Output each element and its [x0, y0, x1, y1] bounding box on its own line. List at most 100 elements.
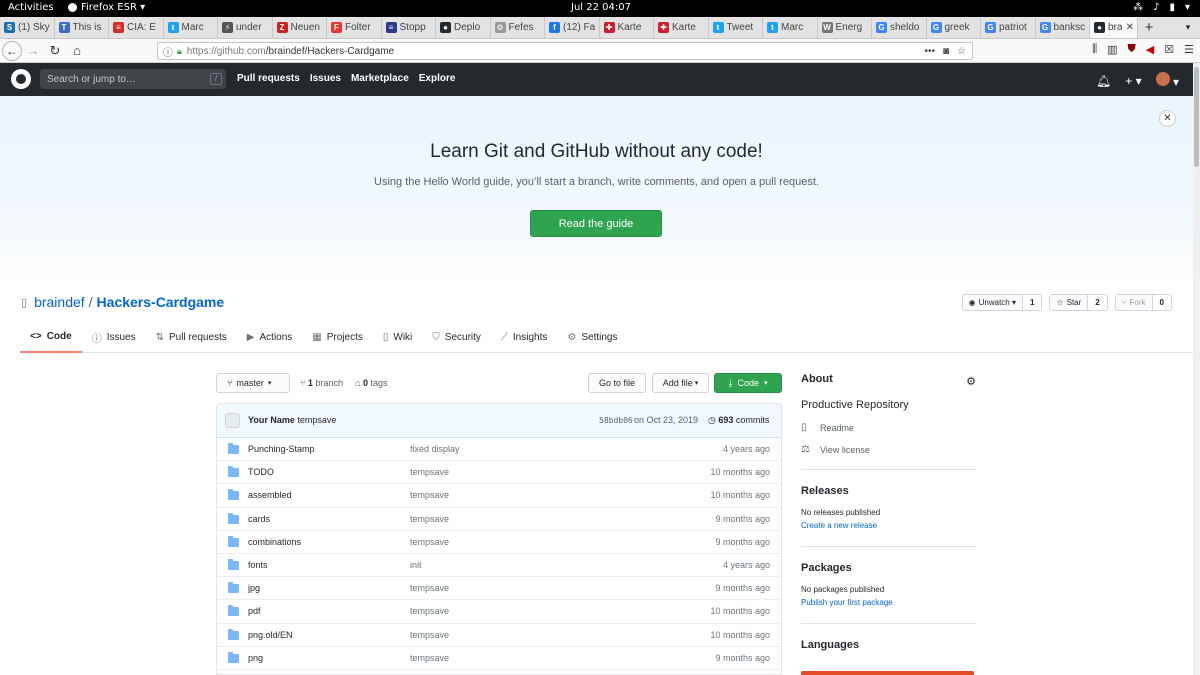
fork-button[interactable]: ⑂ Fork: [1114, 294, 1153, 311]
browser-tab[interactable]: T This is: [55, 17, 109, 38]
github-nav-marketplace[interactable]: Marketplace: [351, 73, 409, 84]
file-name-link[interactable]: TODO: [248, 467, 274, 477]
page-actions-icon[interactable]: •••: [924, 46, 935, 57]
browser-tab[interactable]: ⚙ Fefes: [491, 17, 545, 38]
browser-tab[interactable]: ● Deplo: [436, 17, 491, 38]
branches-link[interactable]: ⑂ 1 branch: [300, 378, 343, 388]
bookmark-star-icon[interactable]: ☆: [957, 46, 966, 57]
watch-count[interactable]: 1: [1022, 294, 1043, 311]
system-tray[interactable]: ⁂ ♪ ▮ ▾: [1133, 2, 1190, 13]
create-release-link[interactable]: Create a new release: [801, 521, 976, 530]
file-commit-message[interactable]: tempsave: [410, 467, 449, 477]
url-bar[interactable]: ⓘ 🔒︎ https://github.com/braindef/Hackers…: [157, 42, 973, 60]
github-nav-explore[interactable]: Explore: [419, 73, 456, 84]
noscript-icon[interactable]: ◀: [1146, 43, 1154, 56]
tab-projects[interactable]: ▦ Projects: [302, 322, 373, 353]
browser-tab[interactable]: t Marc: [763, 17, 818, 38]
tab-settings[interactable]: ⚙ Settings: [557, 322, 627, 353]
add-file-button[interactable]: Add file ▾: [652, 373, 709, 393]
tab-wiki[interactable]: ▯ Wiki: [373, 322, 422, 353]
clock[interactable]: Jul 22 04:07: [571, 2, 631, 13]
hamburger-menu-icon[interactable]: ☰: [1184, 43, 1194, 56]
extension-icon[interactable]: ☒: [1164, 43, 1174, 56]
github-nav-issues[interactable]: Issues: [310, 73, 341, 84]
file-name-link[interactable]: cards: [248, 514, 270, 524]
file-name-link[interactable]: fonts: [248, 560, 268, 570]
browser-tab[interactable]: W Energ: [818, 17, 872, 38]
commit-message[interactable]: tempsave: [297, 415, 336, 425]
browser-tab[interactable]: f (12) Fa: [545, 17, 600, 38]
star-count[interactable]: 2: [1088, 294, 1108, 311]
file-commit-message[interactable]: tempsave: [410, 537, 449, 547]
sidebar-icon[interactable]: ▥: [1107, 43, 1117, 56]
browser-tab[interactable]: t Marc: [164, 17, 218, 38]
repo-name-link[interactable]: Hackers-Cardgame: [97, 294, 225, 310]
back-button[interactable]: ←: [2, 40, 22, 61]
browser-tab[interactable]: Ggreek: [927, 17, 981, 38]
file-commit-message[interactable]: fixed display: [410, 444, 460, 454]
license-link[interactable]: ⚖ View license: [801, 444, 976, 455]
releases-heading[interactable]: Releases: [801, 485, 976, 497]
file-name-link[interactable]: jpg: [248, 583, 260, 593]
github-search-input[interactable]: Search or jump to… /: [40, 69, 226, 89]
pocket-icon[interactable]: ◙: [943, 46, 949, 57]
app-menu[interactable]: Firefox ESR ▾: [68, 2, 145, 13]
scrollbar-thumb[interactable]: [1194, 67, 1199, 167]
file-name-link[interactable]: combinations: [248, 537, 301, 547]
file-commit-message[interactable]: tempsave: [410, 490, 449, 500]
unwatch-button[interactable]: ◉ Unwatch ▾: [961, 294, 1023, 311]
packages-heading[interactable]: Packages: [801, 562, 976, 574]
tab-issues[interactable]: ⓘ Issues: [82, 322, 146, 353]
tab-actions[interactable]: ▶ Actions: [237, 322, 303, 353]
browser-tab[interactable]: Gsheldo: [872, 17, 927, 38]
file-name-link[interactable]: png: [248, 653, 263, 663]
file-name-link[interactable]: pdf: [248, 606, 261, 616]
go-to-file-button[interactable]: Go to file: [588, 373, 646, 393]
file-commit-message[interactable]: tempsave: [410, 514, 449, 524]
file-commit-message[interactable]: tempsave: [410, 630, 449, 640]
browser-tab[interactable]: Gbanksc: [1036, 17, 1090, 38]
browser-tab[interactable]: ≡ CIA: E: [109, 17, 164, 38]
browser-tab[interactable]: ● bra ✕: [1090, 17, 1138, 38]
file-commit-message[interactable]: tempsave: [410, 583, 449, 593]
create-new-plus-icon[interactable]: + ▾: [1125, 74, 1141, 88]
new-tab-button[interactable]: +: [1138, 17, 1160, 38]
notifications-bell-icon[interactable]: 🔔︎: [1096, 74, 1111, 88]
read-guide-button[interactable]: Read the guide: [530, 210, 662, 237]
gear-icon[interactable]: ⚙: [966, 375, 976, 388]
tags-link[interactable]: ⌂ 0 tags: [355, 378, 388, 388]
browser-tab[interactable]: Gpatriot: [981, 17, 1036, 38]
browser-tab[interactable]: S (1) Sky: [0, 17, 55, 38]
activities-button[interactable]: Activities: [8, 2, 54, 13]
github-nav-pull-requests[interactable]: Pull requests: [237, 73, 300, 84]
commit-sha[interactable]: 58bdb06: [599, 416, 633, 425]
commit-author[interactable]: Your Name: [248, 415, 295, 425]
forward-button[interactable]: →: [22, 40, 44, 62]
list-all-tabs-icon[interactable]: ▾: [1176, 17, 1200, 38]
reload-button[interactable]: ↻: [44, 40, 66, 62]
browser-tab[interactable]: ⚡ under: [218, 17, 273, 38]
star-button[interactable]: ☆ Star: [1049, 294, 1089, 311]
browser-tab[interactable]: t Tweet: [709, 17, 763, 38]
home-button[interactable]: ⌂: [66, 40, 88, 62]
repo-owner-link[interactable]: braindef: [34, 294, 85, 310]
tab-pull-requests[interactable]: ⇅ Pull requests: [146, 322, 237, 353]
ublock-icon[interactable]: ⛊: [1128, 43, 1136, 56]
close-icon[interactable]: ✕: [1159, 110, 1176, 127]
tab-security[interactable]: ⛉ Security: [422, 322, 491, 353]
tab-code[interactable]: <> Code: [20, 322, 82, 353]
browser-tab[interactable]: ✚ Karte: [654, 17, 709, 38]
readme-link[interactable]: ▯ Readme: [801, 422, 976, 433]
file-commit-message[interactable]: init: [410, 560, 422, 570]
tab-insights[interactable]: ⟋ Insights: [491, 322, 557, 353]
fork-count[interactable]: 0: [1152, 294, 1172, 311]
browser-tab[interactable]: ✚ Karte: [600, 17, 654, 38]
publish-package-link[interactable]: Publish your first package: [801, 598, 976, 607]
page-scrollbar[interactable]: [1193, 63, 1200, 675]
code-button[interactable]: ⤓ Code ▾: [714, 373, 782, 393]
file-name-link[interactable]: Punching-Stamp: [248, 444, 315, 454]
branch-select-button[interactable]: ⑂ master ▾: [216, 373, 290, 393]
browser-tab[interactable]: Z Neuen: [273, 17, 327, 38]
browser-tab[interactable]: F Folter: [327, 17, 382, 38]
info-icon[interactable]: ⓘ: [163, 44, 173, 59]
